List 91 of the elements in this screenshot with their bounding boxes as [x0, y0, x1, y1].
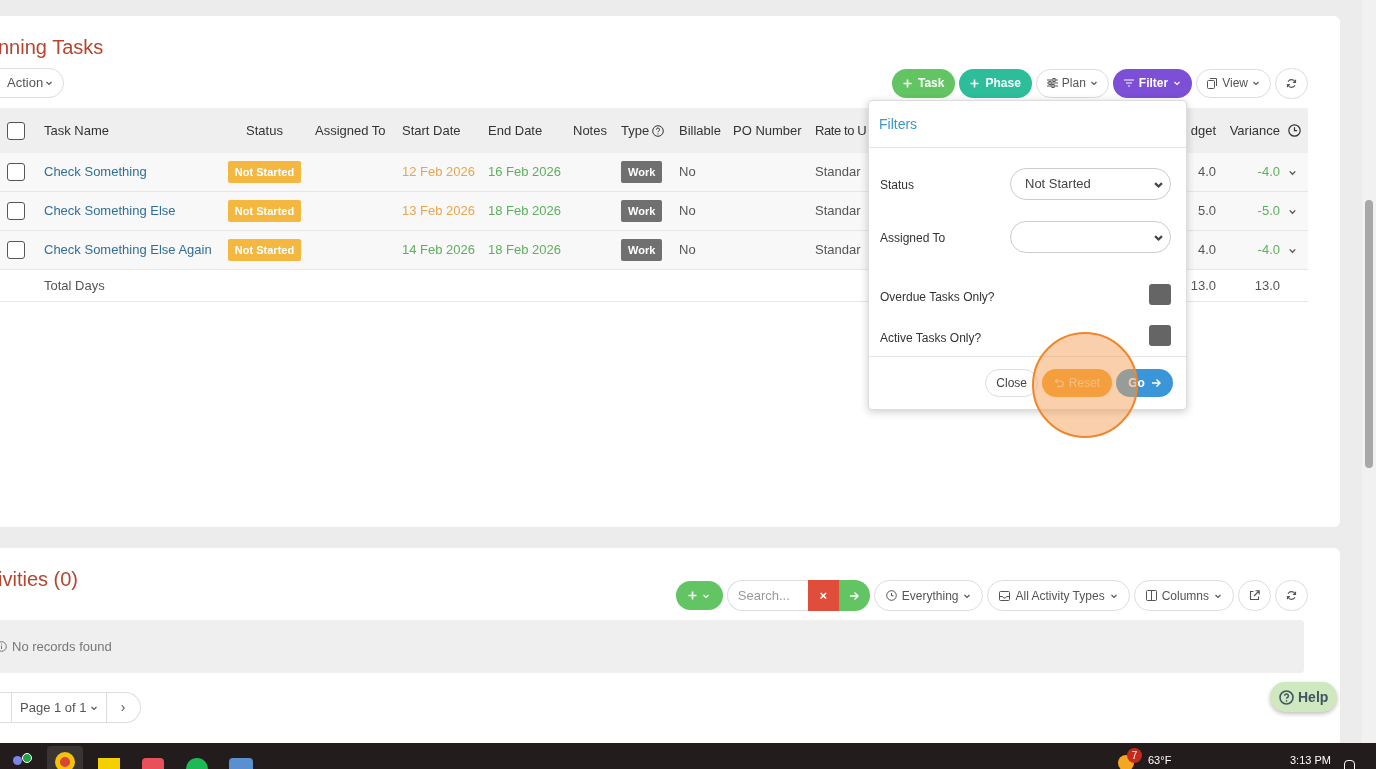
- billable-value: No: [679, 164, 696, 180]
- column-header: Start Date: [402, 122, 461, 138]
- status-badge: Not Started: [227, 161, 302, 183]
- column-header: Status: [246, 122, 283, 138]
- select-all-checkbox[interactable]: [7, 121, 25, 140]
- variance-value: -4.0: [1257, 164, 1280, 180]
- arrow-right-icon: [1150, 378, 1161, 388]
- clear-search-button[interactable]: ×: [807, 580, 839, 611]
- billable-value: No: [679, 203, 696, 219]
- columns-icon: [1145, 590, 1157, 601]
- undo-icon: [1053, 378, 1064, 388]
- help-icon: [652, 124, 665, 137]
- help-icon: [1279, 689, 1294, 705]
- start-date: 14 Feb 2026: [402, 242, 475, 258]
- column-header: Assigned To: [315, 122, 386, 138]
- field-label: Status: [880, 177, 915, 194]
- sliders-icon: [1046, 78, 1058, 88]
- filter-checkbox[interactable]: [1149, 284, 1171, 305]
- panel-title: ivities (0): [0, 567, 78, 592]
- browser-app-icon[interactable]: [47, 746, 83, 769]
- column-header: Notes: [573, 122, 607, 138]
- task-name-link[interactable]: Check Something: [44, 164, 147, 180]
- field-label: Assigned To: [880, 230, 946, 247]
- rate-value: Standar: [815, 203, 861, 219]
- status-badge: Not Started: [227, 239, 302, 261]
- column-header: Billable: [679, 122, 721, 138]
- end-date: 18 Feb 2026: [488, 242, 561, 258]
- end-date: 16 Feb 2026: [488, 164, 561, 180]
- popover-title: Filters: [879, 114, 918, 134]
- page-dropdown[interactable]: Page 1 of 1: [12, 692, 107, 723]
- budget-value: 4.0: [1197, 242, 1216, 258]
- arrow-right-icon: [849, 590, 860, 601]
- caret-icon: [1173, 79, 1182, 87]
- caret-icon: [1252, 79, 1260, 87]
- notifications-icon[interactable]: [1344, 760, 1355, 769]
- notification-badge: 7: [1127, 748, 1142, 763]
- row-checkbox[interactable]: [7, 202, 25, 220]
- plus-icon: [970, 78, 980, 88]
- type-badge: Work: [621, 200, 663, 222]
- copy-icon: [1207, 77, 1219, 89]
- panel-title: nning Tasks: [0, 35, 104, 60]
- variance-value: -5.0: [1257, 203, 1280, 219]
- field-label: Overdue Tasks Only?: [880, 288, 995, 306]
- total-label: Total Days: [44, 277, 105, 293]
- search-field[interactable]: Search...: [726, 580, 808, 611]
- column-header: dget: [1190, 122, 1216, 138]
- empty-message: No records found: [12, 637, 112, 656]
- filter-checkbox[interactable]: [1149, 325, 1171, 346]
- clock-icon: [885, 590, 897, 601]
- budget-total: 13.0: [1190, 277, 1216, 293]
- rate-value: Standar: [815, 242, 861, 258]
- row-checkbox[interactable]: [7, 241, 25, 259]
- refresh-icon: [1286, 77, 1297, 89]
- caret-icon: [1089, 79, 1098, 87]
- column-header: End Date: [488, 122, 543, 138]
- column-header: Type: [621, 121, 650, 140]
- status-badge: Not Started: [227, 200, 302, 222]
- column-header: Rate to U: [815, 122, 867, 138]
- field-label: Active Tasks Only?: [880, 329, 982, 347]
- type-badge: Work: [621, 161, 663, 183]
- inbox-icon: [999, 590, 1011, 601]
- variance-value: -4.0: [1257, 242, 1280, 258]
- row-checkbox[interactable]: [7, 163, 25, 181]
- scrollbar[interactable]: [1362, 0, 1376, 743]
- column-header: PO Number: [733, 122, 802, 138]
- external-link-icon: [1249, 590, 1260, 601]
- end-date: 18 Feb 2026: [488, 203, 561, 219]
- refresh-icon: [1286, 590, 1297, 601]
- billable-value: No: [679, 242, 696, 258]
- help-button[interactable]: Help: [1270, 682, 1338, 712]
- type-badge: Work: [621, 239, 663, 261]
- tasks-app-icon[interactable]: [142, 758, 164, 769]
- temperature-text: 63°F: [1148, 753, 1172, 768]
- variance-total: 13.0: [1254, 277, 1280, 293]
- rate-value: Standar: [815, 164, 861, 180]
- filter-icon: [1123, 79, 1134, 87]
- clock-time: 3:13 PM: [1290, 753, 1331, 768]
- start-date: 13 Feb 2026: [402, 203, 475, 219]
- start-date: 12 Feb 2026: [402, 164, 475, 180]
- filter-button[interactable]: Filter: [1112, 68, 1193, 98]
- column-header: Variance: [1229, 122, 1280, 138]
- task-name-link[interactable]: Check Something Else Again: [44, 242, 212, 258]
- caret-icon: [45, 79, 54, 87]
- column-header: Task Name: [44, 122, 110, 138]
- plus-icon: [903, 78, 912, 88]
- budget-value: 4.0: [1197, 164, 1216, 180]
- clock-icon: [1288, 124, 1301, 137]
- search-go-button[interactable]: [838, 580, 870, 611]
- task-name-link[interactable]: Check Something Else: [44, 203, 176, 219]
- budget-value: 5.0: [1197, 203, 1216, 219]
- plus-icon: [688, 591, 698, 600]
